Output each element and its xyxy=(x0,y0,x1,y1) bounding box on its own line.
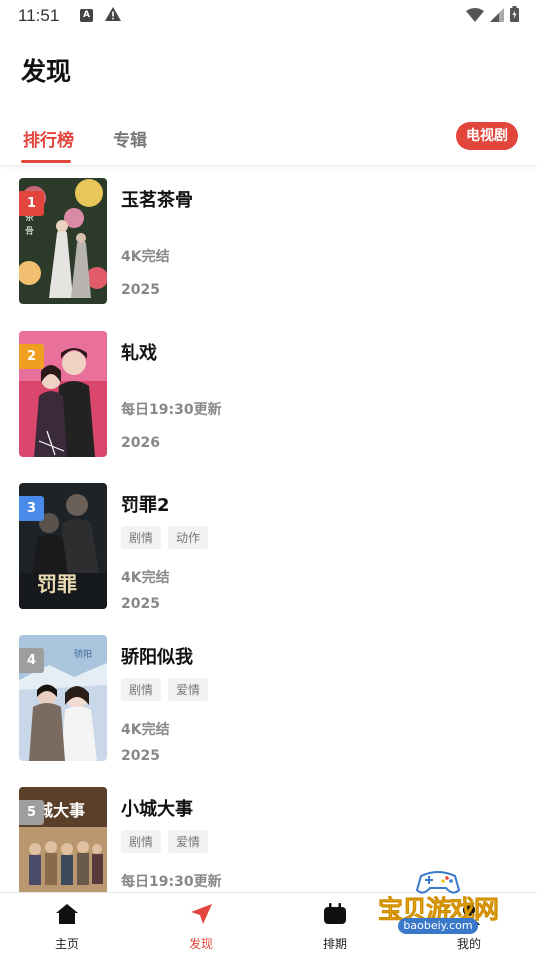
nav-label: 主页 xyxy=(54,937,79,951)
svg-text:骨: 骨 xyxy=(25,226,34,237)
schedule-icon xyxy=(323,903,347,929)
rank-badge: 5 xyxy=(19,800,44,825)
watermark: 宝贝游戏网 baobeiy.com xyxy=(368,866,508,946)
discover-icon xyxy=(189,903,213,929)
tab-leaderboard[interactable]: 排行榜 xyxy=(23,126,74,151)
signal-icon xyxy=(490,7,504,26)
poster-title-text: 城大事 xyxy=(37,801,86,820)
tab-bar: 排行榜 专辑 电视剧 xyxy=(0,112,537,166)
rank-badge: 4 xyxy=(19,648,44,673)
wifi-icon xyxy=(466,7,484,26)
ranking-list: 茶 骨 1 玉茗茶骨 4K完结 2025 2 轧戏 每日19:30更新 2026… xyxy=(0,166,537,892)
item-title: 轧戏 xyxy=(121,343,157,364)
page-title: 发现 xyxy=(21,57,72,86)
rank-badge: 1 xyxy=(19,191,44,216)
tag: 剧情 xyxy=(121,526,162,549)
item-title: 小城大事 xyxy=(121,799,193,820)
list-item[interactable]: 骄阳 4 骄阳似我 剧情 爱情 4K完结 2025 xyxy=(0,623,537,764)
notification-a-icon: A xyxy=(80,9,93,22)
svg-text:罚罪: 罚罪 xyxy=(37,572,77,596)
nav-discover[interactable]: 发现 xyxy=(134,893,268,956)
nav-label: 发现 xyxy=(188,937,213,951)
item-status: 每日19:30更新 xyxy=(121,874,222,890)
rank-badge: 2 xyxy=(19,344,44,369)
battery-icon xyxy=(510,6,519,26)
tab-album[interactable]: 专辑 xyxy=(113,126,147,151)
warning-icon xyxy=(104,6,122,26)
item-status: 4K完结 xyxy=(121,570,170,586)
watermark-url: baobeiy.com xyxy=(398,918,478,934)
item-status: 4K完结 xyxy=(121,722,170,738)
category-chip-tv[interactable]: 电视剧 xyxy=(456,122,518,150)
tab-active-indicator xyxy=(21,160,71,163)
tag: 剧情 xyxy=(121,830,162,853)
item-year: 2025 xyxy=(121,748,160,764)
item-title: 骄阳似我 xyxy=(121,647,193,668)
tag: 爱情 xyxy=(168,678,209,701)
svg-text:骄阳: 骄阳 xyxy=(74,648,92,660)
tag: 剧情 xyxy=(121,678,162,701)
item-status: 4K完结 xyxy=(121,249,170,265)
item-status: 每日19:30更新 xyxy=(121,402,222,418)
rank-badge: 3 xyxy=(19,496,44,521)
item-year: 2025 xyxy=(121,596,160,612)
status-time: 11:51 xyxy=(18,6,60,25)
list-item[interactable]: 茶 骨 1 玉茗茶骨 4K完结 2025 xyxy=(0,166,537,306)
item-tags: 剧情 爱情 xyxy=(121,678,209,701)
item-tags: 剧情 爱情 xyxy=(121,830,209,853)
home-icon xyxy=(55,903,79,929)
item-title: 玉茗茶骨 xyxy=(121,190,193,211)
item-year: 2025 xyxy=(121,282,160,298)
item-year: 2026 xyxy=(121,435,160,451)
list-item[interactable]: 罚罪 3 罚罪2 剧情 动作 4K完结 2025 xyxy=(0,471,537,612)
tag: 动作 xyxy=(168,526,209,549)
item-tags: 剧情 动作 xyxy=(121,526,209,549)
nav-home[interactable]: 主页 xyxy=(0,893,134,956)
list-item[interactable]: 2 轧戏 每日19:30更新 2026 xyxy=(0,319,537,459)
item-title: 罚罪2 xyxy=(121,495,170,516)
tag: 爱情 xyxy=(168,830,209,853)
status-bar: 11:51 A xyxy=(0,0,537,32)
